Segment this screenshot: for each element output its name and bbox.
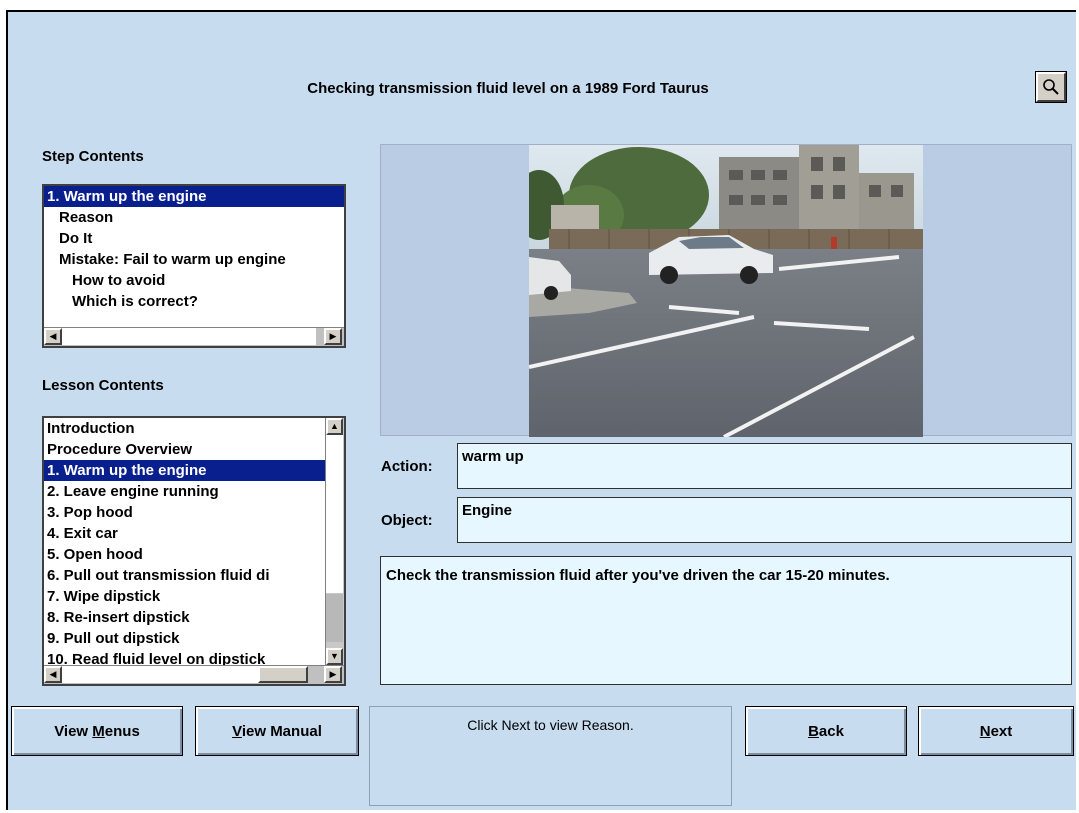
- list-item[interactable]: Procedure Overview: [44, 439, 325, 460]
- lesson-hscroll-track[interactable]: [62, 666, 258, 683]
- list-item[interactable]: Do It: [44, 228, 344, 249]
- step-hscrollbar[interactable]: ◀ ▶: [44, 327, 344, 346]
- magnifier-icon: [1043, 79, 1059, 95]
- step-hscroll-track[interactable]: [62, 328, 316, 345]
- step-contents-listbox[interactable]: 1. Warm up the engine Reason Do It Mistake:…: [42, 184, 346, 348]
- lesson-contents-listbox[interactable]: Introduction Procedure Overview 1. Warm up…: [42, 416, 346, 686]
- action-field[interactable]: warm up: [457, 443, 1072, 489]
- list-item[interactable]: 8. Re-insert dipstick: [44, 607, 325, 628]
- object-field[interactable]: Engine: [457, 497, 1072, 543]
- view-menus-button[interactable]: View Menus: [11, 706, 183, 756]
- lesson-hscrollbar[interactable]: ◀ ▶: [44, 665, 344, 684]
- list-item[interactable]: How to avoid: [44, 270, 344, 291]
- next-button[interactable]: Next: [918, 706, 1074, 756]
- list-item[interactable]: 6. Pull out transmission fluid di: [44, 565, 325, 586]
- view-manual-label: View Manual: [232, 722, 322, 740]
- scroll-left-icon[interactable]: ◀: [44, 328, 62, 345]
- list-item[interactable]: Reason: [44, 207, 344, 228]
- list-item[interactable]: 1. Warm up the engine: [44, 460, 325, 481]
- action-label: Action:: [381, 458, 433, 475]
- list-item[interactable]: 1. Warm up the engine: [44, 186, 344, 207]
- back-button[interactable]: Back: [745, 706, 907, 756]
- page-title: Checking transmission fluid level on a 1…: [307, 80, 709, 97]
- back-label: Back: [808, 722, 844, 740]
- photo-panel: [380, 144, 1072, 437]
- next-label: Next: [979, 722, 1013, 740]
- scroll-right-icon[interactable]: ▶: [324, 328, 342, 345]
- zoom-button[interactable]: [1035, 71, 1067, 103]
- scroll-up-icon[interactable]: ▲: [326, 418, 343, 435]
- scroll-left-icon[interactable]: ◀: [44, 666, 62, 683]
- view-manual-button[interactable]: View Manual: [195, 706, 359, 756]
- list-item[interactable]: Which is correct?: [44, 291, 344, 312]
- description-field[interactable]: Check the transmission fluid after you'v…: [380, 556, 1072, 685]
- lesson-hscroll-thumb[interactable]: [258, 666, 308, 683]
- list-item[interactable]: 7. Wipe dipstick: [44, 586, 325, 607]
- lesson-contents-label: Lesson Contents: [42, 377, 164, 394]
- list-item[interactable]: 9. Pull out dipstick: [44, 628, 325, 649]
- scroll-down-icon[interactable]: ▼: [326, 648, 343, 665]
- list-item[interactable]: 3. Pop hood: [44, 502, 325, 523]
- scroll-right-icon[interactable]: ▶: [324, 666, 342, 683]
- view-menus-label: View Menus: [54, 722, 140, 740]
- lesson-contents-list: Introduction Procedure Overview 1. Warm up…: [44, 418, 325, 670]
- list-item[interactable]: 5. Open hood: [44, 544, 325, 565]
- step-contents-label: Step Contents: [42, 148, 144, 165]
- list-item[interactable]: Introduction: [44, 418, 325, 439]
- step-contents-list: 1. Warm up the engine Reason Do It Mistake:…: [44, 186, 344, 312]
- status-panel: Click Next to view Reason.: [369, 706, 732, 806]
- list-item[interactable]: 4. Exit car: [44, 523, 325, 544]
- lesson-vscroll-thumb[interactable]: [326, 594, 343, 642]
- parking-lot-photo: [529, 145, 923, 437]
- object-label: Object:: [381, 512, 433, 529]
- lesson-vscroll-upper-track[interactable]: [326, 435, 343, 593]
- lesson-vscrollbar[interactable]: ▲ ▼: [325, 418, 344, 667]
- main-window: Checking transmission fluid level on a 1…: [6, 10, 1076, 810]
- list-item[interactable]: Mistake: Fail to warm up engine: [44, 249, 344, 270]
- list-item[interactable]: 2. Leave engine running: [44, 481, 325, 502]
